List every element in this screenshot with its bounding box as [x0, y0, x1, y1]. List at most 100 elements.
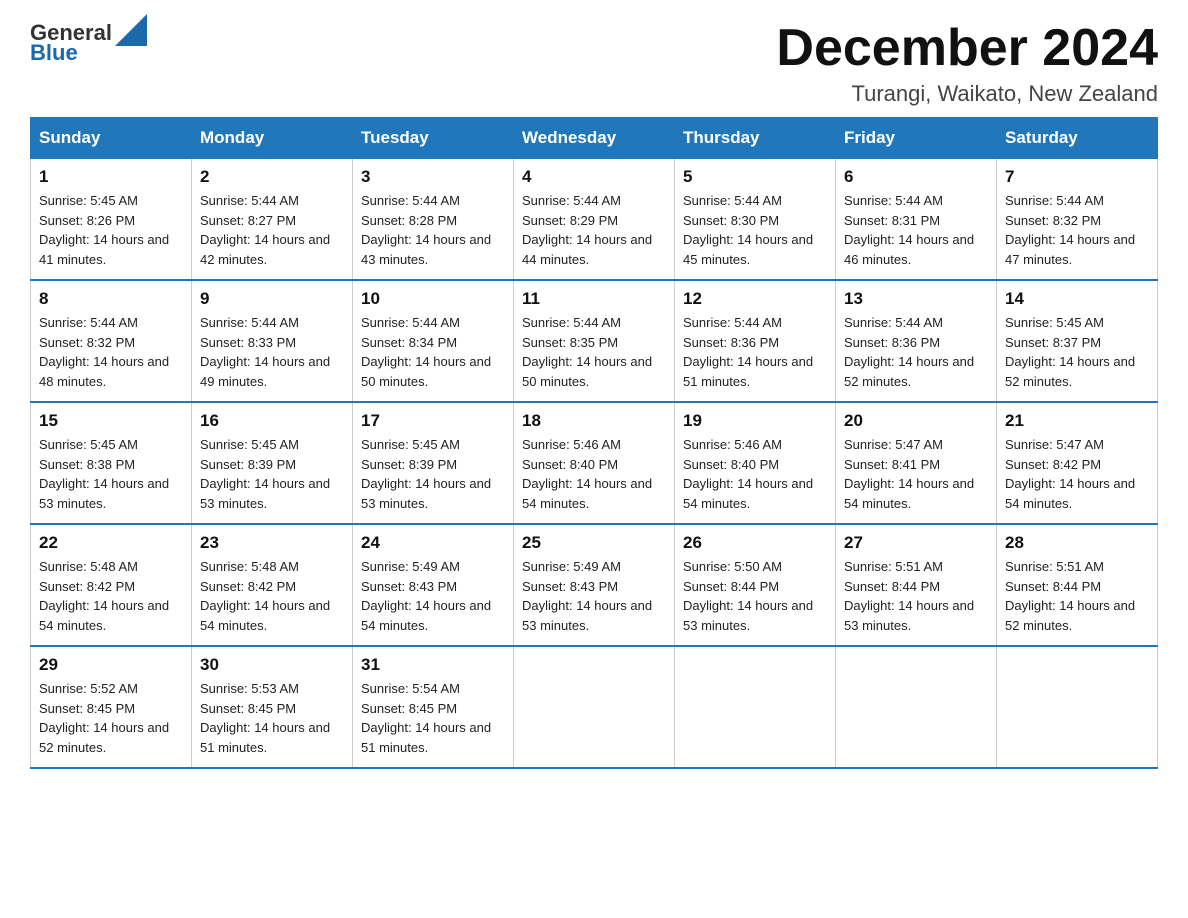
day-info: Sunrise: 5:45 AMSunset: 8:26 PMDaylight:… — [39, 191, 183, 269]
table-row: 9 Sunrise: 5:44 AMSunset: 8:33 PMDaylight… — [192, 280, 353, 402]
day-info: Sunrise: 5:51 AMSunset: 8:44 PMDaylight:… — [844, 557, 988, 635]
location-subtitle: Turangi, Waikato, New Zealand — [776, 81, 1158, 107]
day-number: 3 — [361, 167, 505, 187]
table-row: 15 Sunrise: 5:45 AMSunset: 8:38 PMDayligh… — [31, 402, 192, 524]
table-row: 2 Sunrise: 5:44 AMSunset: 8:27 PMDaylight… — [192, 159, 353, 281]
calendar-week-row: 22 Sunrise: 5:48 AMSunset: 8:42 PMDayligh… — [31, 524, 1158, 646]
day-info: Sunrise: 5:53 AMSunset: 8:45 PMDaylight:… — [200, 679, 344, 757]
table-row: 6Sunrise: 5:44 AMSunset: 8:31 PMDaylight… — [836, 159, 997, 281]
day-number: 30 — [200, 655, 344, 675]
day-number: 16 — [200, 411, 344, 431]
table-row: 22 Sunrise: 5:48 AMSunset: 8:42 PMDayligh… — [31, 524, 192, 646]
calendar-week-row: 8 Sunrise: 5:44 AMSunset: 8:32 PMDaylight… — [31, 280, 1158, 402]
page-header: General Blue December 2024 Turangi, Waik… — [30, 20, 1158, 107]
calendar-table: Sunday Monday Tuesday Wednesday Thursday… — [30, 117, 1158, 769]
day-info: Sunrise: 5:45 AMSunset: 8:38 PMDaylight:… — [39, 435, 183, 513]
day-number: 4 — [522, 167, 666, 187]
day-info: Sunrise: 5:49 AMSunset: 8:43 PMDaylight:… — [361, 557, 505, 635]
day-info: Sunrise: 5:44 AMSunset: 8:32 PMDaylight:… — [1005, 191, 1149, 269]
day-info: Sunrise: 5:47 AMSunset: 8:41 PMDaylight:… — [844, 435, 988, 513]
day-number: 23 — [200, 533, 344, 553]
month-title: December 2024 — [776, 20, 1158, 77]
table-row: 7 Sunrise: 5:44 AMSunset: 8:32 PMDaylight… — [997, 159, 1158, 281]
day-info: Sunrise: 5:44 AMSunset: 8:36 PMDaylight:… — [683, 313, 827, 391]
table-row: 18 Sunrise: 5:46 AMSunset: 8:40 PMDayligh… — [514, 402, 675, 524]
day-number: 13 — [844, 289, 988, 309]
day-number: 29 — [39, 655, 183, 675]
day-number: 28 — [1005, 533, 1149, 553]
table-row — [514, 646, 675, 768]
col-thursday: Thursday — [675, 118, 836, 159]
day-info: Sunrise: 5:47 AMSunset: 8:42 PMDaylight:… — [1005, 435, 1149, 513]
day-info: Sunrise: 5:45 AMSunset: 8:39 PMDaylight:… — [200, 435, 344, 513]
table-row — [675, 646, 836, 768]
col-friday: Friday — [836, 118, 997, 159]
day-number: 24 — [361, 533, 505, 553]
day-number: 27 — [844, 533, 988, 553]
day-number: 12 — [683, 289, 827, 309]
table-row: 24 Sunrise: 5:49 AMSunset: 8:43 PMDayligh… — [353, 524, 514, 646]
day-number: 22 — [39, 533, 183, 553]
day-info: Sunrise: 5:44 AMSunset: 8:28 PMDaylight:… — [361, 191, 505, 269]
table-row: 16 Sunrise: 5:45 AMSunset: 8:39 PMDayligh… — [192, 402, 353, 524]
calendar-week-row: 1Sunrise: 5:45 AMSunset: 8:26 PMDaylight… — [31, 159, 1158, 281]
day-info: Sunrise: 5:44 AMSunset: 8:31 PMDaylight:… — [844, 191, 988, 269]
day-number: 7 — [1005, 167, 1149, 187]
table-row — [997, 646, 1158, 768]
logo-triangle-icon — [115, 14, 147, 46]
table-row: 11 Sunrise: 5:44 AMSunset: 8:35 PMDayligh… — [514, 280, 675, 402]
col-tuesday: Tuesday — [353, 118, 514, 159]
day-info: Sunrise: 5:44 AMSunset: 8:36 PMDaylight:… — [844, 313, 988, 391]
day-info: Sunrise: 5:44 AMSunset: 8:34 PMDaylight:… — [361, 313, 505, 391]
table-row: 21 Sunrise: 5:47 AMSunset: 8:42 PMDayligh… — [997, 402, 1158, 524]
day-number: 9 — [200, 289, 344, 309]
table-row: 8 Sunrise: 5:44 AMSunset: 8:32 PMDaylight… — [31, 280, 192, 402]
col-wednesday: Wednesday — [514, 118, 675, 159]
day-number: 25 — [522, 533, 666, 553]
day-info: Sunrise: 5:44 AMSunset: 8:32 PMDaylight:… — [39, 313, 183, 391]
day-info: Sunrise: 5:48 AMSunset: 8:42 PMDaylight:… — [39, 557, 183, 635]
day-number: 26 — [683, 533, 827, 553]
day-info: Sunrise: 5:45 AMSunset: 8:39 PMDaylight:… — [361, 435, 505, 513]
day-number: 11 — [522, 289, 666, 309]
day-number: 2 — [200, 167, 344, 187]
day-info: Sunrise: 5:51 AMSunset: 8:44 PMDaylight:… — [1005, 557, 1149, 635]
table-row: 4Sunrise: 5:44 AMSunset: 8:29 PMDaylight… — [514, 159, 675, 281]
table-row: 3 Sunrise: 5:44 AMSunset: 8:28 PMDaylight… — [353, 159, 514, 281]
col-monday: Monday — [192, 118, 353, 159]
day-info: Sunrise: 5:49 AMSunset: 8:43 PMDaylight:… — [522, 557, 666, 635]
day-number: 20 — [844, 411, 988, 431]
day-info: Sunrise: 5:44 AMSunset: 8:30 PMDaylight:… — [683, 191, 827, 269]
day-info: Sunrise: 5:46 AMSunset: 8:40 PMDaylight:… — [522, 435, 666, 513]
day-number: 18 — [522, 411, 666, 431]
logo-blue-text: Blue — [30, 40, 78, 66]
table-row: 1Sunrise: 5:45 AMSunset: 8:26 PMDaylight… — [31, 159, 192, 281]
day-number: 21 — [1005, 411, 1149, 431]
calendar-header-row: Sunday Monday Tuesday Wednesday Thursday… — [31, 118, 1158, 159]
day-number: 10 — [361, 289, 505, 309]
title-block: December 2024 Turangi, Waikato, New Zeal… — [776, 20, 1158, 107]
day-info: Sunrise: 5:44 AMSunset: 8:33 PMDaylight:… — [200, 313, 344, 391]
table-row: 30 Sunrise: 5:53 AMSunset: 8:45 PMDayligh… — [192, 646, 353, 768]
table-row: 5Sunrise: 5:44 AMSunset: 8:30 PMDaylight… — [675, 159, 836, 281]
table-row: 26 Sunrise: 5:50 AMSunset: 8:44 PMDayligh… — [675, 524, 836, 646]
day-info: Sunrise: 5:44 AMSunset: 8:27 PMDaylight:… — [200, 191, 344, 269]
day-number: 17 — [361, 411, 505, 431]
table-row: 29 Sunrise: 5:52 AMSunset: 8:45 PMDayligh… — [31, 646, 192, 768]
table-row: 10 Sunrise: 5:44 AMSunset: 8:34 PMDayligh… — [353, 280, 514, 402]
day-info: Sunrise: 5:52 AMSunset: 8:45 PMDaylight:… — [39, 679, 183, 757]
logo: General Blue — [30, 20, 147, 67]
table-row: 19Sunrise: 5:46 AMSunset: 8:40 PMDayligh… — [675, 402, 836, 524]
day-info: Sunrise: 5:46 AMSunset: 8:40 PMDaylight:… — [683, 435, 827, 513]
day-number: 15 — [39, 411, 183, 431]
col-sunday: Sunday — [31, 118, 192, 159]
calendar-week-row: 15 Sunrise: 5:45 AMSunset: 8:38 PMDayligh… — [31, 402, 1158, 524]
day-info: Sunrise: 5:50 AMSunset: 8:44 PMDaylight:… — [683, 557, 827, 635]
table-row: 13 Sunrise: 5:44 AMSunset: 8:36 PMDayligh… — [836, 280, 997, 402]
day-number: 8 — [39, 289, 183, 309]
day-info: Sunrise: 5:44 AMSunset: 8:35 PMDaylight:… — [522, 313, 666, 391]
day-number: 31 — [361, 655, 505, 675]
table-row: 23Sunrise: 5:48 AMSunset: 8:42 PMDayligh… — [192, 524, 353, 646]
table-row: 31Sunrise: 5:54 AMSunset: 8:45 PMDayligh… — [353, 646, 514, 768]
table-row: 17 Sunrise: 5:45 AMSunset: 8:39 PMDayligh… — [353, 402, 514, 524]
